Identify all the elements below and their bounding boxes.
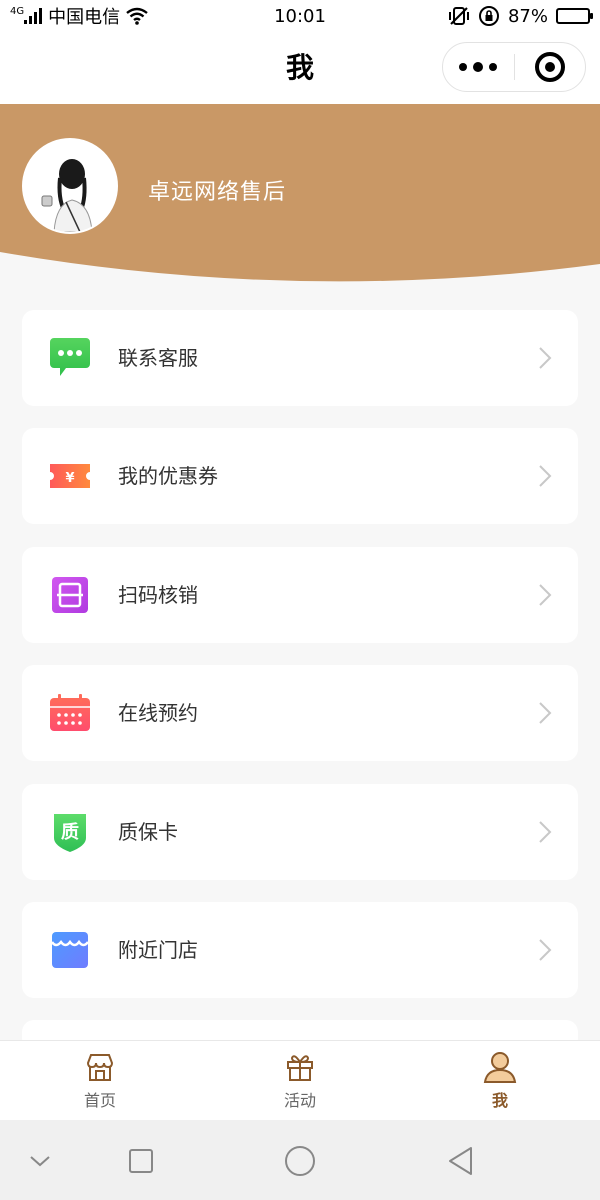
close-button[interactable] <box>515 43 586 91</box>
wifi-icon <box>126 7 148 25</box>
recent-apps-button[interactable] <box>124 1144 158 1178</box>
status-bar: 4G 中国电信 10:01 87% <box>0 0 600 32</box>
nav-header: 我 <box>0 32 600 104</box>
triangle-back-icon <box>449 1147 472 1175</box>
battery-percent: 87% <box>507 5 548 27</box>
tab-me[interactable]: 我 <box>400 1041 600 1120</box>
back-button[interactable] <box>444 1144 478 1178</box>
chevron-right-icon <box>539 347 552 369</box>
chevron-right-icon <box>539 465 552 487</box>
menu-item-my-coupons[interactable]: ¥ 我的优惠券 <box>22 428 578 524</box>
warranty-icon: 质 <box>48 812 92 852</box>
menu-label: 在线预约 <box>118 701 198 725</box>
more-dots-icon <box>459 63 468 71</box>
more-button[interactable] <box>443 43 514 91</box>
coupon-glyph: ¥ <box>65 471 74 486</box>
rotation-lock-icon <box>478 6 499 26</box>
menu-label: 我的优惠券 <box>118 464 218 488</box>
coupon-icon: ¥ <box>48 456 92 496</box>
signal-icon <box>24 8 43 24</box>
scan-icon <box>48 575 92 615</box>
mini-program-capsule <box>442 42 586 92</box>
chevron-down-icon <box>30 1156 50 1167</box>
menu-item-contact-service[interactable]: 联系客服 <box>22 310 578 406</box>
circle-icon <box>285 1146 315 1176</box>
menu-item-nearby-stores[interactable]: 附近门店 <box>22 902 578 998</box>
avatar-girl-icon <box>24 140 116 232</box>
hide-nav-button[interactable] <box>23 1144 57 1178</box>
tab-label: 活动 <box>283 1091 316 1110</box>
store-icon <box>48 930 92 970</box>
calendar-icon <box>48 693 92 733</box>
tab-bar: 首页 活动 我 <box>0 1040 600 1120</box>
chevron-right-icon <box>539 939 552 961</box>
target-icon <box>534 52 565 82</box>
menu-label: 附近门店 <box>118 938 198 962</box>
user-icon <box>483 1052 517 1083</box>
tab-label: 我 <box>491 1091 508 1110</box>
network-type: 4G <box>10 5 25 17</box>
menu-item-scan-verify[interactable]: 扫码核销 <box>22 547 578 643</box>
chat-icon <box>48 338 92 378</box>
status-right: 87% <box>448 5 593 27</box>
menu-label: 质保卡 <box>118 820 178 844</box>
menu-item-online-booking[interactable]: 在线预约 <box>22 665 578 761</box>
system-nav-bar <box>0 1120 600 1200</box>
menu-label: 联系客服 <box>118 346 198 370</box>
chevron-right-icon <box>539 821 552 843</box>
home-button[interactable] <box>283 1144 317 1178</box>
status-left: 4G 中国电信 <box>10 3 448 29</box>
profile-banner: 卓远网络售后 <box>0 104 600 284</box>
username: 卓远网络售后 <box>148 180 287 205</box>
tab-home[interactable]: 首页 <box>0 1041 200 1120</box>
carrier-name: 中国电信 <box>48 7 121 28</box>
menu-label: 扫码核销 <box>118 583 198 607</box>
chevron-right-icon <box>539 584 552 606</box>
vibrate-off-icon <box>448 7 469 25</box>
home-store-icon <box>86 1054 114 1081</box>
tab-label: 首页 <box>83 1091 116 1110</box>
battery-icon <box>556 8 593 24</box>
avatar[interactable] <box>22 138 118 234</box>
chevron-right-icon <box>539 702 552 724</box>
square-icon <box>129 1149 153 1173</box>
tab-activity[interactable]: 活动 <box>200 1041 400 1120</box>
gift-icon <box>287 1055 313 1081</box>
warranty-glyph: 质 <box>61 822 79 843</box>
menu-item-warranty-card[interactable]: 质 质保卡 <box>22 784 578 880</box>
